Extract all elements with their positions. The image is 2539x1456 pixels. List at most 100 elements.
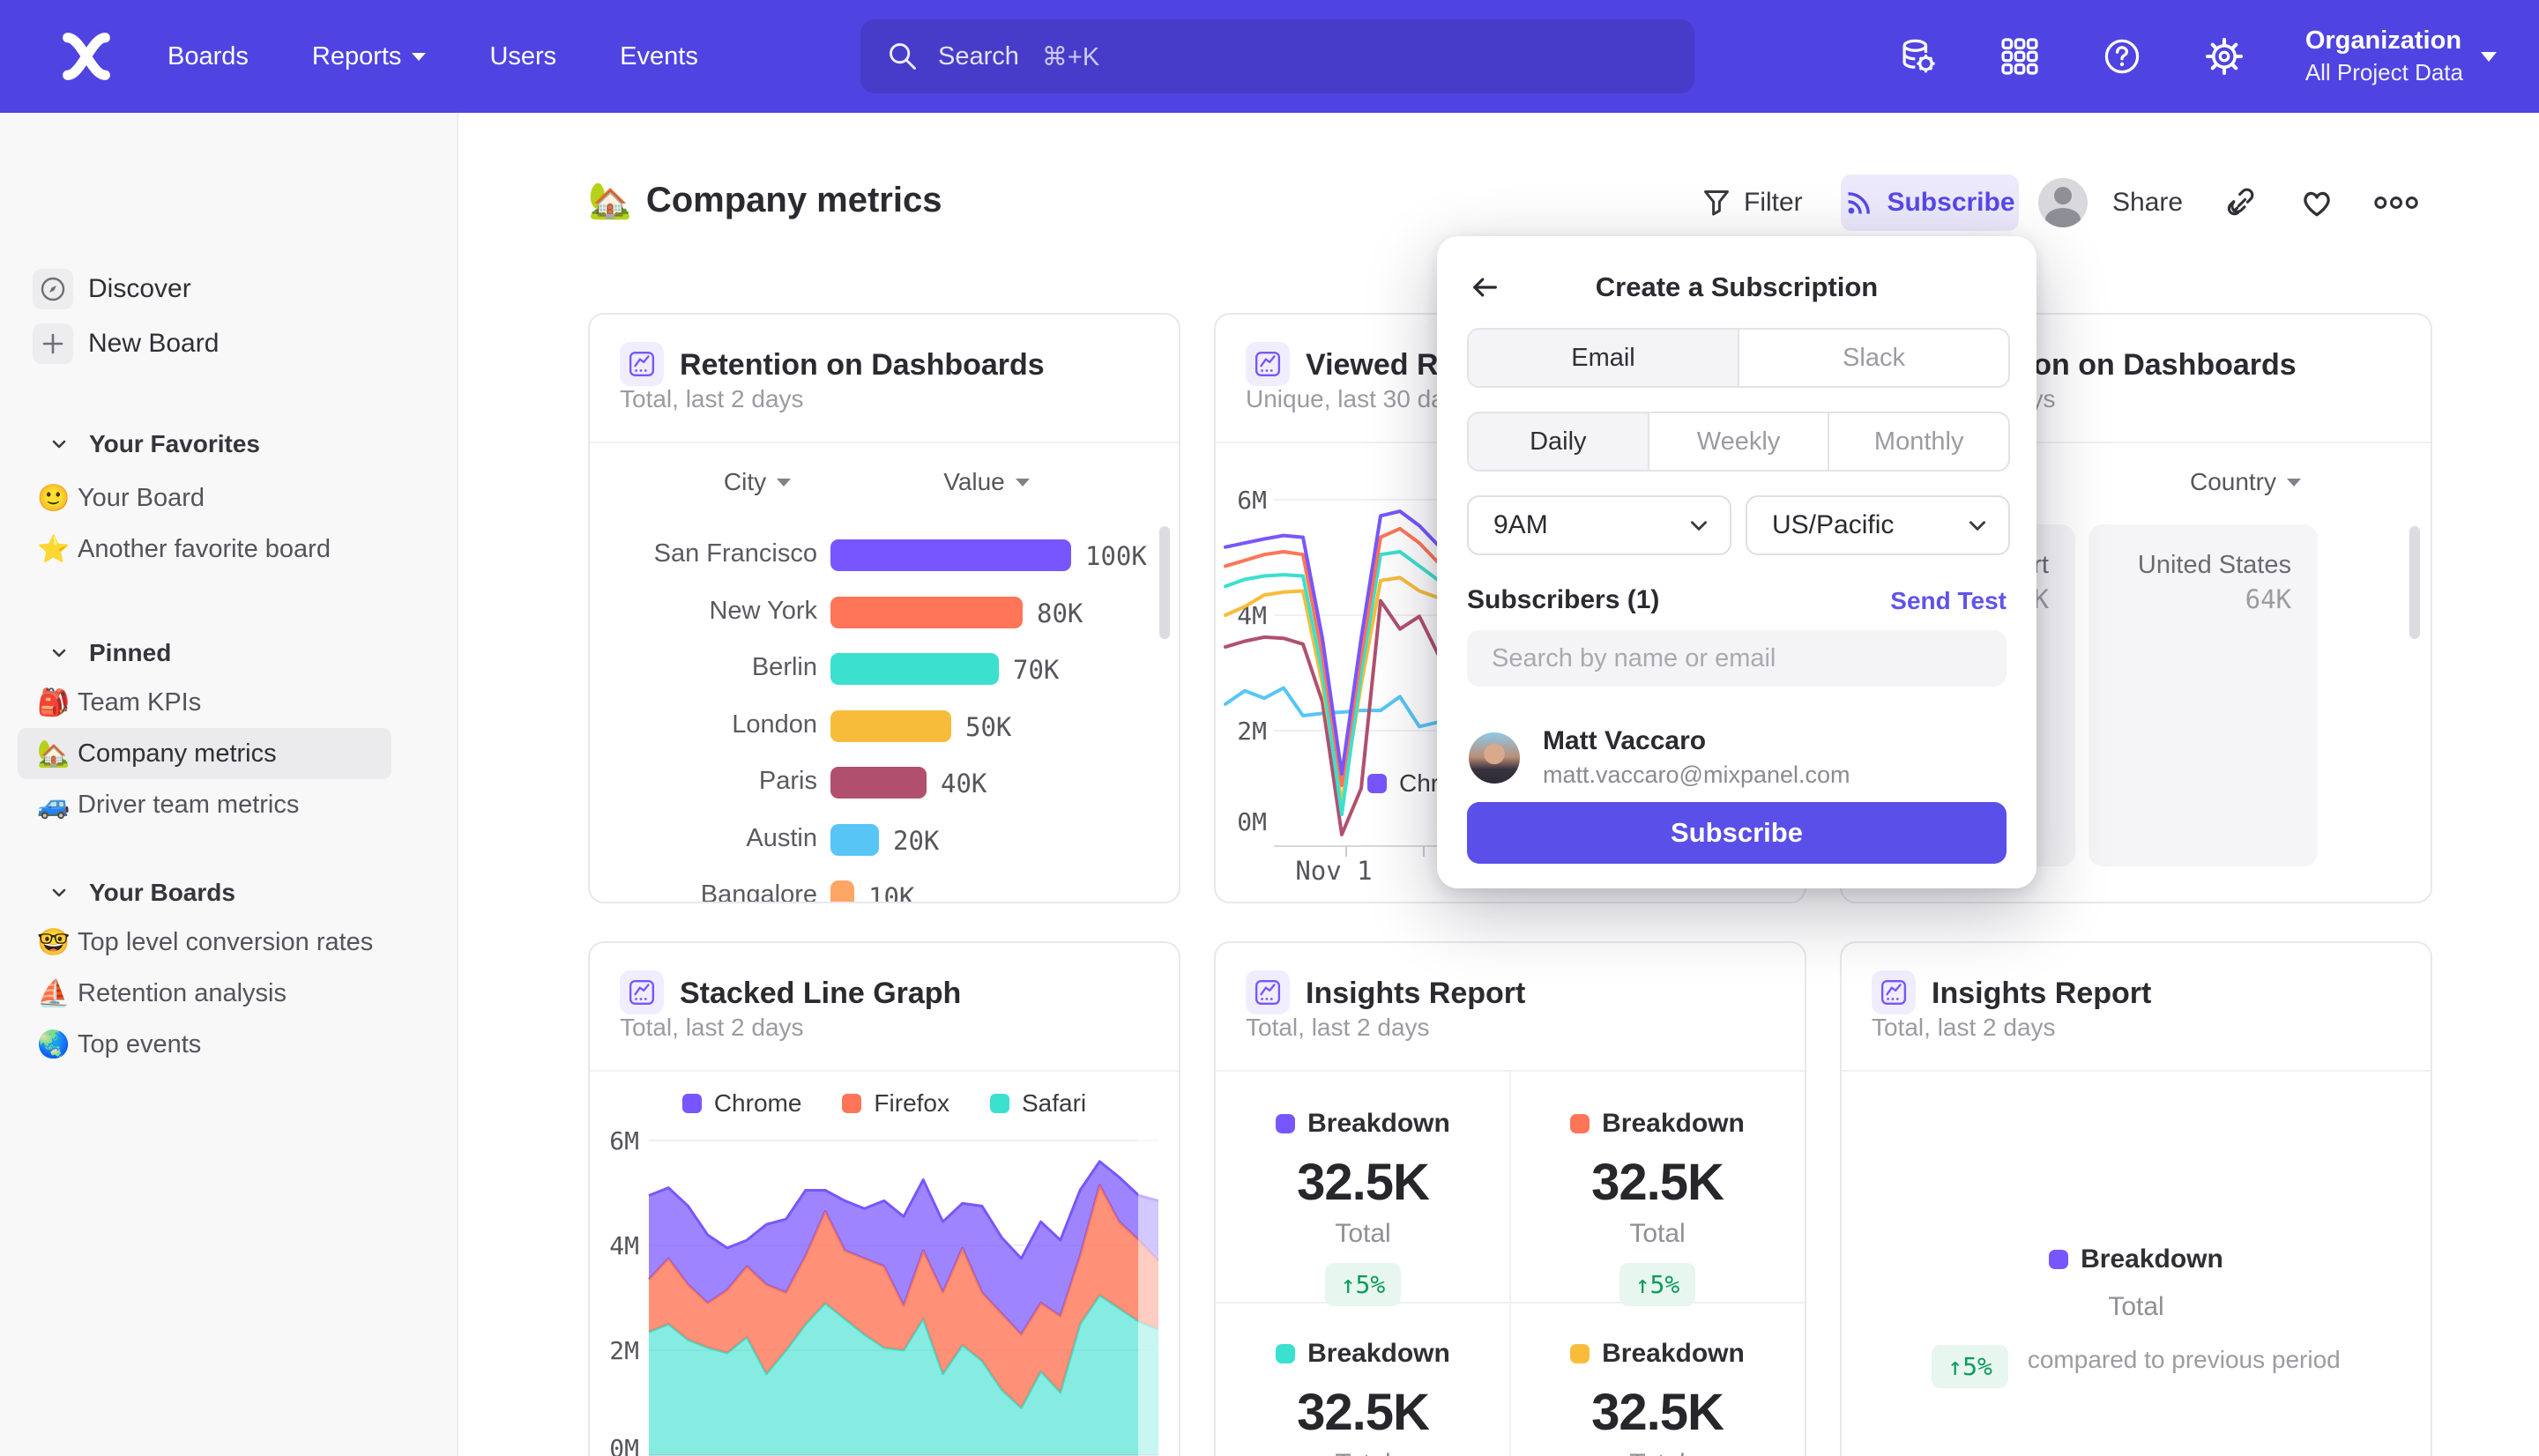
metric-quadrant: Breakdown32.5KTotal↑5% [1216,1109,1510,1306]
delta-badge: ↑5% [1619,1263,1696,1306]
bar-value-label: 80K [1037,598,1083,628]
metric-caption: Total [1216,1449,1510,1456]
compass-icon [33,269,73,309]
table-row[interactable]: Austin20K [590,822,1179,858]
tab-daily[interactable]: Daily [1469,413,1648,470]
card-subtitle: Unique, last 30 days [1246,385,1470,413]
table-row[interactable]: Bangalore10K [590,879,1179,903]
metric-caption: Total [1216,1219,1510,1249]
bar[interactable] [830,597,1023,628]
report-chart-icon [1246,342,1290,386]
bar[interactable] [830,653,999,685]
table-row[interactable]: New York80K [590,595,1179,630]
settings-gear-icon[interactable] [2203,35,2245,78]
subscribe-button[interactable]: Subscribe [1841,175,2019,231]
board-emoji: 🌏 [37,1029,74,1060]
sidebar-item-your-board[interactable]: 🙂Your Board [18,472,391,524]
column-header-city[interactable]: City [687,468,828,496]
card-title: Retention on Dashboards [680,348,1045,383]
tab-monthly[interactable]: Monthly [1828,413,2008,470]
bar[interactable] [830,767,927,799]
metric-quadrant: Breakdown32.5KTotal↑5% [1510,1109,1805,1306]
metric-quadrant: Breakdown32.5KTotal↑5% [1216,1339,1510,1456]
table-row[interactable]: London50K [590,709,1179,744]
scrollbar[interactable] [2409,526,2420,639]
nav-link-users[interactable]: Users [489,42,556,71]
data-management-icon[interactable] [1896,35,1939,78]
tab-weekly[interactable]: Weekly [1648,413,1828,470]
help-icon[interactable] [2101,35,2143,78]
plus-icon [33,323,73,364]
sidebar-section-your-favorites[interactable]: Your Favorites [0,425,457,464]
org-switcher[interactable]: Organization All Project Data [2305,26,2497,86]
metric-caption: Total [1510,1219,1805,1249]
svg-text:4M: 4M [609,1231,639,1260]
timezone-select[interactable]: US/Pacific [1746,495,2010,555]
card-insights-quad: Insights Report Total, last 2 days Break… [1214,941,1806,1456]
table-row[interactable]: Berlin70K [590,651,1179,687]
table-row[interactable]: San Francisco100K [590,538,1179,573]
metric-caption: Total [1510,1449,1805,1456]
bar-value-label: 100K [1085,541,1147,571]
sidebar-item-top-events[interactable]: 🌏Top events [18,1019,391,1070]
scrollbar[interactable] [1159,526,1170,639]
nav-link-boards[interactable]: Boards [168,42,249,71]
bar[interactable] [830,710,951,742]
country-cell[interactable]: United States 64K [2089,524,2318,866]
report-chart-icon [1872,970,1916,1014]
sidebar-item-company-metrics[interactable]: 🏡Company metrics [18,728,391,779]
more-options-icon[interactable] [2373,175,2419,231]
subscribers-label: Subscribers (1) [1467,585,1659,615]
bar-category-label: London [597,710,817,739]
delta-badge: ↑5% [1325,1263,1402,1306]
subscriber-avatar [1469,732,1520,784]
nav-link-reports[interactable]: Reports [312,42,427,71]
board-emoji: ⭐ [37,534,74,565]
filter-button[interactable]: Filter [1701,175,1803,231]
card-insights-single: Insights Report Total, last 2 days Break… [1840,941,2432,1456]
sidebar-discover[interactable]: Discover [0,261,457,317]
subscriber-search-input[interactable] [1467,630,2007,687]
sidebar-section-your-boards[interactable]: Your Boards [0,873,457,912]
sidebar-new-board[interactable]: New Board [0,316,457,372]
share-button[interactable]: Share [2112,175,2183,231]
sidebar-item-top-level-conversion-rates[interactable]: 🤓Top level conversion rates [18,917,391,968]
delta-badge: ↑5% [1932,1345,2008,1388]
mixpanel-logo-icon[interactable] [60,30,113,83]
bar[interactable] [830,880,854,903]
sidebar-item-another-favorite-board[interactable]: ⭐Another favorite board [18,524,391,575]
bar-value-label: 40K [941,769,987,799]
bar-category-label: Berlin [597,653,817,682]
cell-label: United States [2138,551,2291,580]
sidebar-item-retention-analysis[interactable]: ⛵Retention analysis [18,968,391,1019]
favorite-heart-icon[interactable] [2299,175,2334,231]
modal-title: Create a Subscription [1437,271,2036,303]
bar[interactable] [830,539,1071,571]
column-header-country[interactable]: Country [2166,468,2325,496]
bar-category-label: Paris [597,767,817,796]
search-input[interactable]: Search ⌘+K [860,19,1694,93]
sidebar-section-pinned[interactable]: Pinned [0,634,457,672]
table-row[interactable]: Paris 40K [590,765,1179,800]
nav-link-events[interactable]: Events [620,42,698,71]
bar[interactable] [830,824,879,856]
search-icon [887,41,919,72]
metric-block: Breakdown Total ↑5% compared to previous… [1842,1244,2431,1388]
user-avatar[interactable] [2038,178,2088,227]
bar-value-label: 20K [893,826,939,856]
sidebar-item-driver-team-metrics[interactable]: 🚙Driver team metrics [18,779,391,830]
modal-subscribe-button[interactable]: Subscribe [1467,802,2007,864]
chevron-down-icon [1687,514,1710,537]
copy-link-icon[interactable] [2225,175,2259,231]
send-test-link[interactable]: Send Test [1890,587,2007,615]
sidebar-item-team-kpis[interactable]: 🎒Team KPIs [18,677,391,728]
cell-value: 64K [2245,584,2291,614]
caret-down-icon [2287,479,2301,487]
apps-grid-icon[interactable] [1999,35,2041,78]
card-subtitle: Total, last 2 days [1246,1014,1430,1042]
tab-slack[interactable]: Slack [1738,330,2008,386]
subscriber-email: matt.vaccaro@mixpanel.com [1543,761,1850,789]
column-header-value[interactable]: Value [907,468,1066,496]
tab-email[interactable]: Email [1469,330,1738,386]
time-select[interactable]: 9AM [1467,495,1731,555]
